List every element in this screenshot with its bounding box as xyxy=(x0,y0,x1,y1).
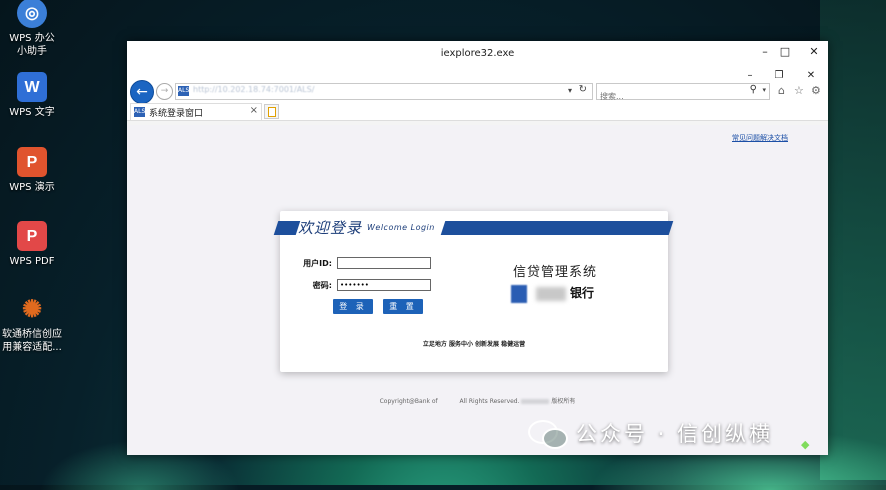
desktop-icon-label: WPS 办公 小助手 xyxy=(9,33,55,57)
faq-link[interactable]: 常见问题解决文档 xyxy=(732,133,788,143)
search-box[interactable]: ⚲ ▾ xyxy=(596,83,770,103)
site-favicon-icon: ALS xyxy=(178,86,190,96)
navigation-bar: ← → ALS http://10.202.18.74:7001/ALS/ ▾ … xyxy=(127,79,828,104)
window-minimize-button[interactable]: – xyxy=(757,45,773,58)
address-bar[interactable]: ALS http://10.202.18.74:7001/ALS/ ▾ ↻ xyxy=(175,83,593,100)
arrow-left-icon: ← xyxy=(136,84,148,100)
wechat-watermark: 公众号 · 信创纵横 xyxy=(528,418,774,449)
desktop-icon-wps-presentation[interactable]: P WPS 演示 xyxy=(0,147,64,194)
wps-assistant-icon: ◎ xyxy=(17,0,47,28)
wechat-logo-icon xyxy=(528,418,568,449)
isoftstone-bridge-icon: ✺ xyxy=(21,295,43,323)
bank-name-redacted xyxy=(536,287,566,301)
login-card: 欢迎登录 Welcome Login 用户ID: 密码: 登 录 重 置 信贷管… xyxy=(273,211,674,372)
address-url[interactable]: http://10.202.18.74:7001/ALS/ xyxy=(193,85,314,94)
tab-close-icon[interactable]: × xyxy=(250,105,258,116)
watermark-text: 公众号 · 信创纵横 xyxy=(576,422,774,446)
login-button[interactable]: 登 录 xyxy=(333,299,373,314)
page-content: 常见问题解决文档 欢迎登录 Welcome Login 用户ID: 密码: 登 … xyxy=(127,125,828,455)
desktop-icon-isoftstone-bridge[interactable]: ✺ 软通桥信创应 用兼容适配... xyxy=(0,294,64,354)
settings-gear-icon[interactable]: ⚙ xyxy=(811,84,821,97)
desktop-icon-label: WPS 演示 xyxy=(9,182,55,193)
system-name: 信贷管理系统 xyxy=(513,265,598,280)
window-title: iexplore32.exe xyxy=(440,48,515,59)
tab-favicon-icon: ALS xyxy=(134,107,146,117)
forward-button[interactable]: → xyxy=(156,83,173,100)
wps-writer-icon: W xyxy=(17,72,47,102)
new-tab-button[interactable] xyxy=(264,104,279,119)
desktop-icon-wps-pdf[interactable]: P WPS PDF xyxy=(0,221,64,268)
copyright-footer: Copyright@Bank of All Rights Reserved. 版… xyxy=(127,396,828,405)
desktop-icon-wps-assistant[interactable]: ◎ WPS 办公 小助手 xyxy=(0,0,64,58)
address-dropdown-icon[interactable]: ▾ xyxy=(568,86,572,95)
favorites-star-icon[interactable]: ☆ xyxy=(794,84,804,97)
banner-stripe-right xyxy=(440,221,674,235)
back-button[interactable]: ← xyxy=(130,80,154,104)
welcome-subtitle: Welcome Login xyxy=(367,223,435,232)
desktop-icon-label: WPS PDF xyxy=(9,256,55,267)
home-icon[interactable]: ⌂ xyxy=(778,84,785,97)
desktop-icon-wps-writer[interactable]: W WPS 文字 xyxy=(0,72,64,119)
refresh-icon[interactable]: ↻ xyxy=(579,84,587,95)
search-icon[interactable]: ⚲ xyxy=(750,84,757,95)
window-titlebar[interactable]: iexplore32.exe – □ ✕ xyxy=(127,41,828,67)
bank-name-suffix: 银行 xyxy=(570,286,595,300)
search-input[interactable] xyxy=(597,90,730,103)
search-dropdown-icon[interactable]: ▾ xyxy=(762,86,766,94)
password-input[interactable] xyxy=(337,279,431,291)
desktop-icon-label: 软通桥信创应 用兼容适配... xyxy=(2,329,62,353)
user-id-input[interactable] xyxy=(337,257,431,269)
desktop-aurora-right xyxy=(820,0,886,480)
window-maximize-button[interactable]: □ xyxy=(777,45,793,58)
arrow-right-icon: → xyxy=(160,86,169,96)
tray-logo-icon: ◆ xyxy=(801,438,810,451)
wps-pdf-icon: P xyxy=(17,221,47,251)
password-label: 密码: xyxy=(312,281,332,290)
copyright-right: 版权所有 xyxy=(551,398,576,405)
banner-stripe-left xyxy=(273,221,301,235)
welcome-title: 欢迎登录 xyxy=(298,219,363,237)
window-close-button[interactable]: ✕ xyxy=(806,45,822,58)
tab-strip: ALS 系统登录窗口 × xyxy=(127,103,828,121)
tab-login-window[interactable]: ALS 系统登录窗口 × xyxy=(130,103,262,120)
bank-slogan: 立足地方 服务中小 创新发展 稳健运营 xyxy=(422,341,526,348)
bank-logo-icon xyxy=(511,285,527,303)
browser-window: iexplore32.exe – □ ✕ – ❐ ✕ ← → ALS http:… xyxy=(127,41,828,455)
wps-presentation-icon: P xyxy=(17,147,47,177)
copyright-mid: All Rights Reserved. xyxy=(459,398,520,405)
tab-label: 系统登录窗口 xyxy=(149,109,204,119)
desktop-icon-label: WPS 文字 xyxy=(9,107,55,118)
user-id-label: 用户ID: xyxy=(303,259,332,268)
reset-button[interactable]: 重 置 xyxy=(383,299,423,314)
copyright-left: Copyright@Bank of xyxy=(379,398,438,405)
